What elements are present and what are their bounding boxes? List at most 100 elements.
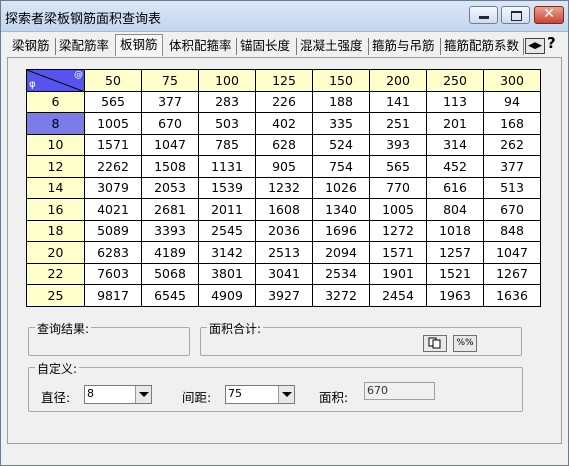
tab-stirrup-coefficient[interactable]: 箍筋配筋系数: [444, 37, 519, 57]
area-cell[interactable]: 3927: [255, 284, 313, 307]
diameter-header-cell[interactable]: 20: [26, 241, 85, 264]
area-cell[interactable]: 9817: [84, 284, 142, 307]
area-cell[interactable]: 452: [426, 155, 484, 178]
copy-button[interactable]: [423, 335, 447, 352]
area-cell[interactable]: 1901: [369, 262, 427, 285]
area-cell[interactable]: 4909: [198, 284, 256, 307]
tab-slab-rebar[interactable]: 板钢筋: [115, 34, 163, 56]
tab-stirrup-hanger[interactable]: 箍筋与吊筋: [372, 37, 435, 57]
spacing-header-cell[interactable]: 200: [369, 69, 427, 92]
spacing-header-cell[interactable]: 125: [255, 69, 313, 92]
area-cell[interactable]: 2681: [141, 198, 199, 221]
area-cell[interactable]: 283: [198, 90, 256, 113]
diameter-header-cell[interactable]: 25: [26, 284, 85, 307]
diameter-header-cell[interactable]: 22: [26, 262, 85, 285]
area-cell[interactable]: 1272: [369, 219, 427, 242]
area-cell[interactable]: 3393: [141, 219, 199, 242]
diameter-header-cell[interactable]: 10: [26, 133, 85, 156]
area-cell[interactable]: 2513: [255, 241, 313, 264]
diameter-header-cell[interactable]: 12: [26, 155, 85, 178]
area-cell[interactable]: 565: [84, 90, 142, 113]
spacing-header-cell[interactable]: 150: [312, 69, 370, 92]
area-cell[interactable]: 1018: [426, 219, 484, 242]
area-cell[interactable]: 628: [255, 133, 313, 156]
area-cell[interactable]: 670: [483, 198, 541, 221]
area-cell[interactable]: 6283: [84, 241, 142, 264]
area-cell[interactable]: 1571: [84, 133, 142, 156]
area-cell[interactable]: 1571: [369, 241, 427, 264]
spacing-header-cell[interactable]: 250: [426, 69, 484, 92]
percent-button[interactable]: %%: [453, 335, 477, 352]
area-cell[interactable]: 1047: [483, 241, 541, 264]
area-cell[interactable]: 1267: [483, 262, 541, 285]
area-cell[interactable]: 7603: [84, 262, 142, 285]
area-cell[interactable]: 141: [369, 90, 427, 113]
area-cell[interactable]: 262: [483, 133, 541, 156]
area-cell[interactable]: 94: [483, 90, 541, 113]
spacing-header-cell[interactable]: 50: [84, 69, 142, 92]
area-cell[interactable]: 3801: [198, 262, 256, 285]
diameter-header-cell[interactable]: 18: [26, 219, 85, 242]
area-cell[interactable]: 1636: [483, 284, 541, 307]
tab-scroll-arrows-icon[interactable]: ◀▶: [525, 38, 545, 54]
spacing-dropdown-button[interactable]: [278, 386, 294, 403]
area-cell[interactable]: 1005: [369, 198, 427, 221]
area-cell[interactable]: 2011: [198, 198, 256, 221]
area-cell[interactable]: 2534: [312, 262, 370, 285]
area-cell[interactable]: 314: [426, 133, 484, 156]
diameter-select[interactable]: 8: [84, 385, 152, 404]
spacing-header-cell[interactable]: 75: [141, 69, 199, 92]
diameter-header-cell[interactable]: 8: [26, 112, 85, 135]
minimize-button[interactable]: [469, 6, 498, 24]
area-cell[interactable]: 2262: [84, 155, 142, 178]
spacing-header-cell[interactable]: 300: [483, 69, 541, 92]
area-cell[interactable]: 1340: [312, 198, 370, 221]
area-cell[interactable]: 377: [141, 90, 199, 113]
area-cell[interactable]: 3041: [255, 262, 313, 285]
area-cell[interactable]: 3272: [312, 284, 370, 307]
tab-anchorage-length[interactable]: 锚固长度: [240, 37, 290, 57]
area-cell[interactable]: 1508: [141, 155, 199, 178]
spacing-header-cell[interactable]: 100: [198, 69, 256, 92]
area-cell[interactable]: 513: [483, 176, 541, 199]
area-cell[interactable]: 848: [483, 219, 541, 242]
close-button[interactable]: ✕: [534, 6, 564, 24]
area-cell[interactable]: 1047: [141, 133, 199, 156]
area-cell[interactable]: 335: [312, 112, 370, 135]
area-cell[interactable]: 770: [369, 176, 427, 199]
help-icon[interactable]: ?: [547, 34, 556, 52]
diameter-header-cell[interactable]: 6: [26, 90, 85, 113]
area-cell[interactable]: 754: [312, 155, 370, 178]
area-cell[interactable]: 377: [483, 155, 541, 178]
area-cell[interactable]: 1608: [255, 198, 313, 221]
diameter-header-cell[interactable]: 14: [26, 176, 85, 199]
tab-volume-stirrup-ratio[interactable]: 体积配箍率: [169, 37, 232, 57]
area-cell[interactable]: 503: [198, 112, 256, 135]
tab-concrete-strength[interactable]: 混凝土强度: [300, 37, 363, 57]
area-cell[interactable]: 1963: [426, 284, 484, 307]
area-cell[interactable]: 6545: [141, 284, 199, 307]
area-cell[interactable]: 905: [255, 155, 313, 178]
area-cell[interactable]: 201: [426, 112, 484, 135]
area-cell[interactable]: 524: [312, 133, 370, 156]
tab-beam-rebar[interactable]: 梁钢筋: [12, 37, 50, 57]
area-cell[interactable]: 5068: [141, 262, 199, 285]
area-cell[interactable]: 1026: [312, 176, 370, 199]
area-cell[interactable]: 402: [255, 112, 313, 135]
area-cell[interactable]: 2053: [141, 176, 199, 199]
area-cell[interactable]: 1232: [255, 176, 313, 199]
area-cell[interactable]: 113: [426, 90, 484, 113]
area-cell[interactable]: 251: [369, 112, 427, 135]
area-cell[interactable]: 1521: [426, 262, 484, 285]
diameter-header-cell[interactable]: 16: [26, 198, 85, 221]
area-cell[interactable]: 4189: [141, 241, 199, 264]
area-cell[interactable]: 1696: [312, 219, 370, 242]
diameter-dropdown-button[interactable]: [135, 386, 151, 403]
area-cell[interactable]: 2545: [198, 219, 256, 242]
maximize-button[interactable]: [501, 6, 530, 24]
area-cell[interactable]: 226: [255, 90, 313, 113]
area-cell[interactable]: 670: [141, 112, 199, 135]
area-cell[interactable]: 1005: [84, 112, 142, 135]
area-cell[interactable]: 1131: [198, 155, 256, 178]
area-cell[interactable]: 168: [483, 112, 541, 135]
